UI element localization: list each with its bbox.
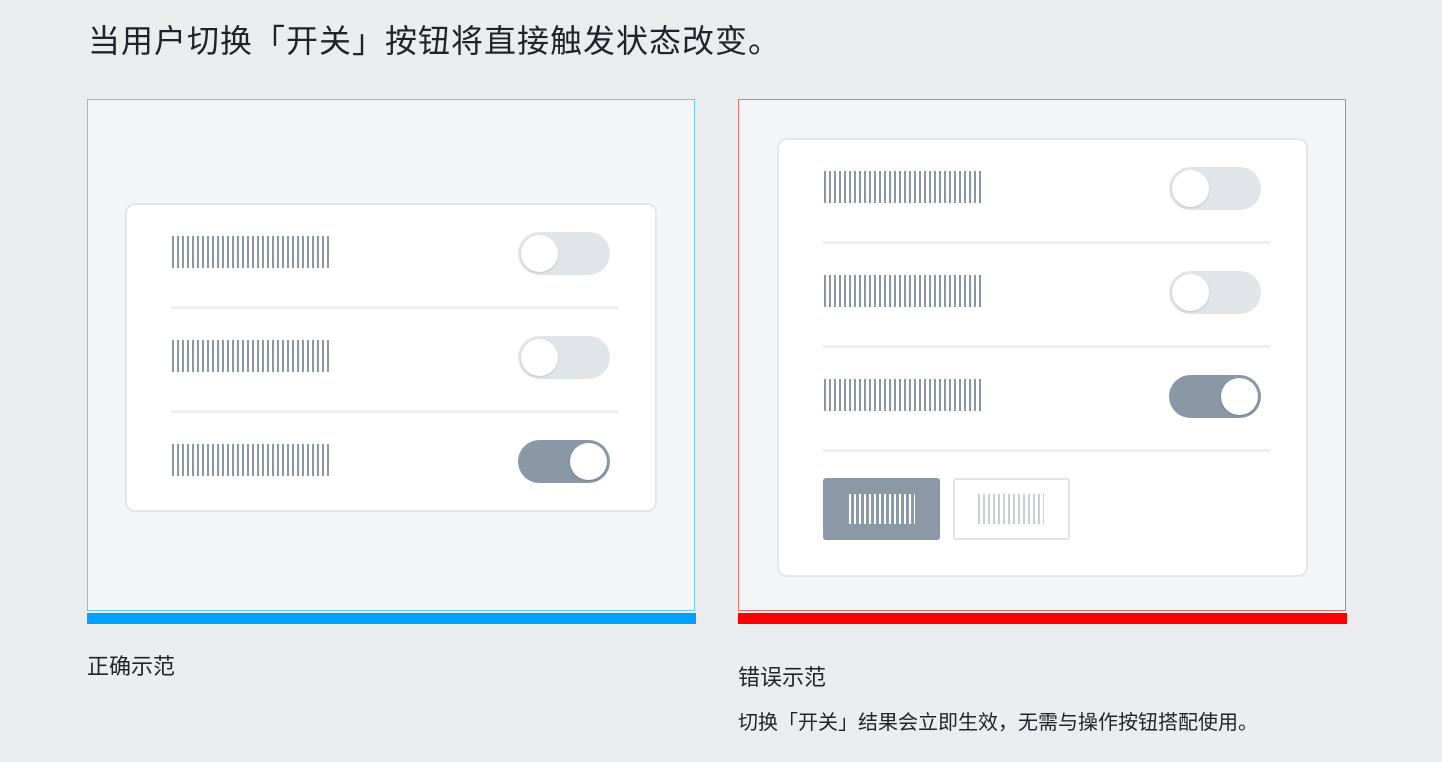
button-label-placeholder bbox=[849, 494, 915, 524]
label-placeholder bbox=[824, 379, 981, 411]
cancel-button[interactable] bbox=[953, 478, 1070, 540]
wrong-indicator-bar bbox=[738, 613, 1347, 624]
page-heading: 当用户切换「开关」按钮将直接触发状态改变。 bbox=[88, 22, 782, 60]
correct-example-caption: 正确示范 bbox=[87, 655, 176, 680]
correct-example-panel bbox=[87, 99, 695, 611]
setting-row bbox=[779, 244, 1306, 348]
setting-row bbox=[779, 140, 1306, 244]
toggle-switch-on[interactable] bbox=[1169, 375, 1261, 418]
label-placeholder bbox=[172, 340, 329, 372]
setting-row bbox=[127, 413, 655, 513]
label-placeholder bbox=[172, 444, 329, 476]
toggle-knob bbox=[1172, 170, 1209, 207]
toggle-switch-off[interactable] bbox=[518, 336, 610, 379]
row-divider bbox=[823, 449, 1270, 452]
toggle-knob bbox=[1172, 274, 1209, 311]
settings-card bbox=[777, 138, 1308, 577]
label-placeholder bbox=[172, 236, 329, 268]
setting-row bbox=[127, 309, 655, 413]
toggle-knob bbox=[521, 235, 558, 272]
toggle-switch-off[interactable] bbox=[1169, 167, 1261, 210]
toggle-knob bbox=[521, 339, 558, 376]
toggle-knob bbox=[570, 443, 607, 480]
correct-indicator-bar bbox=[87, 613, 696, 624]
wrong-example-caption: 错误示范 bbox=[738, 666, 827, 691]
toggle-knob bbox=[1221, 378, 1258, 415]
label-placeholder bbox=[824, 275, 981, 307]
setting-row bbox=[127, 205, 655, 309]
wrong-example-panel bbox=[738, 99, 1346, 611]
button-label-placeholder bbox=[978, 494, 1044, 524]
label-placeholder bbox=[824, 171, 981, 203]
toggle-switch-on[interactable] bbox=[518, 440, 610, 483]
toggle-switch-off[interactable] bbox=[518, 232, 610, 275]
wrong-example-description: 切换「开关」结果会立即生效，无需与操作按钮搭配使用。 bbox=[738, 710, 1258, 734]
settings-card bbox=[125, 203, 657, 512]
confirm-button[interactable] bbox=[823, 478, 940, 540]
toggle-switch-off[interactable] bbox=[1169, 271, 1261, 314]
setting-row bbox=[779, 348, 1306, 452]
